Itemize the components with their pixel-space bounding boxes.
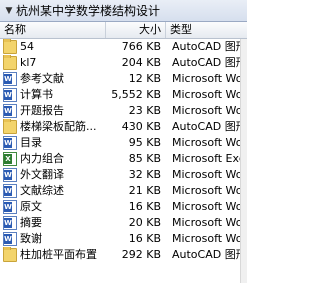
folder-icon: [3, 247, 17, 262]
file-type: Microsoft Word: [172, 168, 240, 181]
word-doc-icon: [3, 232, 17, 246]
file-size: 16 KB: [128, 232, 161, 245]
file-size: 95 KB: [128, 136, 161, 149]
file-explorer-window: ▼ 杭州某中学数学楼结构设计 名称 大小 类型 54 766 KB AutoCAD …: [0, 0, 247, 283]
file-name-cell: 楼梯梁板配筋...: [0, 119, 106, 135]
file-type: AutoCAD 图形: [172, 248, 240, 261]
word-doc-icon: [3, 168, 17, 182]
file-row[interactable]: 原文 16 KB Microsoft Word: [0, 199, 240, 215]
file-type: Microsoft Word: [172, 88, 240, 101]
file-name: 内力组合: [20, 152, 64, 165]
window-title: 杭州某中学数学楼结构设计: [16, 4, 161, 18]
file-name-cell: 开题报告: [0, 103, 106, 119]
file-size: 766 KB: [121, 40, 161, 53]
file-name: 目录: [20, 136, 42, 149]
file-size: 430 KB: [121, 120, 161, 133]
file-type: AutoCAD 图形: [172, 56, 240, 69]
file-type: Microsoft Word: [172, 216, 240, 229]
file-name: 参考文献: [20, 72, 64, 85]
file-name: 楼梯梁板配筋...: [20, 120, 97, 133]
word-doc-icon: [3, 104, 17, 118]
file-name-cell: 外文翻译: [0, 167, 106, 183]
file-type: Microsoft Word: [172, 184, 240, 197]
collapse-arrow-icon[interactable]: ▼: [2, 6, 16, 16]
title-bar: ▼ 杭州某中学数学楼结构设计: [0, 0, 247, 22]
file-name-cell: 内力组合: [0, 151, 106, 167]
file-size: 16 KB: [128, 200, 161, 213]
file-row[interactable]: 内力组合 85 KB Microsoft Excel: [0, 151, 240, 167]
word-doc-icon: [3, 88, 17, 102]
file-row[interactable]: 计算书 5,552 KB Microsoft Word: [0, 87, 240, 103]
column-header-size[interactable]: 大小: [106, 22, 166, 38]
file-size: 21 KB: [128, 184, 161, 197]
file-row[interactable]: 柱加桩平面布置 292 KB AutoCAD 图形: [0, 247, 240, 263]
file-type: AutoCAD 图形: [172, 120, 240, 133]
file-name-cell: 柱加桩平面布置: [0, 247, 106, 263]
file-name-cell: 原文: [0, 199, 106, 215]
file-name-cell: 文献综述: [0, 183, 106, 199]
file-name-cell: 参考文献: [0, 71, 106, 87]
file-name-cell: 54: [0, 39, 106, 55]
file-name: 致谢: [20, 232, 42, 245]
file-type: Microsoft Word: [172, 104, 240, 117]
file-name: 摘要: [20, 216, 42, 229]
file-name-cell: 摘要: [0, 215, 106, 231]
file-size: 12 KB: [128, 72, 161, 85]
file-type: Microsoft Word: [172, 232, 240, 245]
file-row[interactable]: 开题报告 23 KB Microsoft Word: [0, 103, 240, 119]
file-row[interactable]: 致谢 16 KB Microsoft Word: [0, 231, 240, 247]
file-name: 原文: [20, 200, 42, 213]
word-doc-icon: [3, 184, 17, 198]
column-header-row: 名称 大小 类型: [0, 22, 247, 39]
folder-icon: [3, 55, 17, 70]
file-name: 计算书: [20, 88, 53, 101]
folder-icon: [3, 119, 17, 134]
file-type: Microsoft Word: [172, 72, 240, 85]
word-doc-icon: [3, 72, 17, 86]
file-size: 204 KB: [121, 56, 161, 69]
word-doc-icon: [3, 136, 17, 150]
file-size: 20 KB: [128, 216, 161, 229]
file-type: Microsoft Word: [172, 136, 240, 149]
file-size: 23 KB: [128, 104, 161, 117]
file-name: 柱加桩平面布置: [20, 248, 97, 261]
file-name: 外文翻译: [20, 168, 64, 181]
file-row[interactable]: 摘要 20 KB Microsoft Word: [0, 215, 240, 231]
file-row[interactable]: 参考文献 12 KB Microsoft Word: [0, 71, 240, 87]
file-name-cell: 目录: [0, 135, 106, 151]
file-list: 54766 KBAutoCAD 图形kl7204 KBAutoCAD 图形参考文…: [0, 39, 240, 263]
file-name-cell: kl7: [0, 55, 106, 71]
file-name-cell: 计算书: [0, 87, 106, 103]
file-size: 292 KB: [121, 248, 161, 261]
file-name: 54: [20, 40, 34, 53]
folder-icon: [3, 39, 17, 54]
file-size: 85 KB: [128, 152, 161, 165]
file-row[interactable]: 文献综述 21 KB Microsoft Word: [0, 183, 240, 199]
word-doc-icon: [3, 200, 17, 214]
file-row[interactable]: 楼梯梁板配筋... 430 KB AutoCAD 图形: [0, 119, 240, 135]
vertical-scrollbar[interactable]: [240, 39, 247, 283]
file-size: 32 KB: [128, 168, 161, 181]
file-row[interactable]: 54 766 KB AutoCAD 图形: [0, 39, 240, 55]
file-type: Microsoft Word: [172, 200, 240, 213]
column-header-type[interactable]: 类型: [166, 22, 247, 38]
column-header-name[interactable]: 名称: [0, 22, 106, 38]
word-doc-icon: [3, 216, 17, 230]
file-name-cell: 致谢: [0, 231, 106, 247]
file-row[interactable]: 外文翻译 32 KB Microsoft Word: [0, 167, 240, 183]
file-row[interactable]: kl7 204 KB AutoCAD 图形: [0, 55, 240, 71]
file-size: 5,552 KB: [111, 88, 161, 101]
excel-icon: [3, 152, 17, 166]
file-row[interactable]: 目录 95 KB Microsoft Word: [0, 135, 240, 151]
file-name: 开题报告: [20, 104, 64, 117]
file-name: 文献综述: [20, 184, 64, 197]
file-type: AutoCAD 图形: [172, 40, 240, 53]
file-type: Microsoft Excel: [172, 152, 240, 165]
file-name: kl7: [20, 56, 37, 69]
